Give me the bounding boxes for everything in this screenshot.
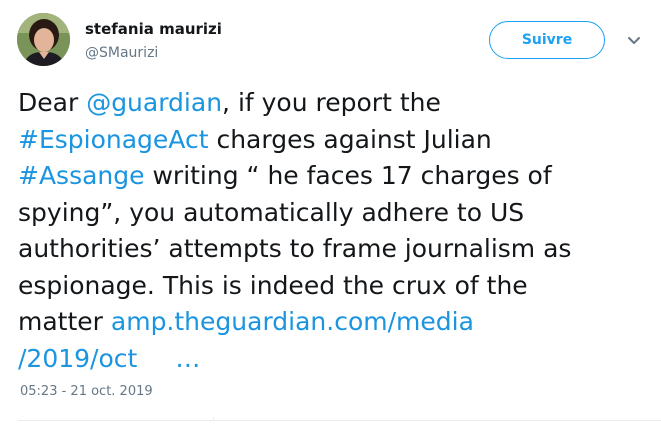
link-ellipsis[interactable]: … — [175, 344, 200, 373]
avatar-photo-icon — [17, 13, 70, 66]
hashtag-link[interactable]: #Assange — [18, 161, 145, 190]
tweet-line: Dear @guardian, if you report the — [18, 85, 643, 122]
chevron-down-icon[interactable] — [624, 33, 644, 49]
tweet-timestamp[interactable]: 05:23 - 21 oct. 2019 — [20, 384, 153, 399]
tweet-text-segment: authorities’ attempts to frame journalis… — [18, 234, 572, 263]
tweet-text-segment: writing “ he faces 17 charges of — [144, 161, 552, 190]
author-handle[interactable]: @SMaurizi — [85, 45, 158, 61]
hashtag-link[interactable]: #EspionageAct — [18, 125, 209, 154]
divider-tick — [213, 417, 214, 421]
tweet-text-segment: Dear — [18, 88, 87, 117]
avatar[interactable] — [17, 13, 70, 66]
tweet-text-segment: espionage. This is indeed the crux of th… — [18, 270, 528, 300]
author-name[interactable]: stefania maurizi — [85, 20, 222, 38]
tweet-text-segment: matter — [18, 307, 111, 336]
follow-button[interactable]: Suivre — [489, 21, 605, 59]
tweet-card: stefania maurizi @SMaurizi Suivre Dear @… — [0, 0, 661, 426]
tweet-line: spying”, you automatically adhere to US — [18, 195, 643, 232]
tweet-text-segment: spying”, you automatically adhere to US — [18, 197, 525, 227]
tweet-line: /2019/oct … — [18, 341, 643, 378]
tweet-text-segment: , if you report the — [222, 88, 441, 117]
tweet-line: #EspionageAct charges against Julian — [18, 122, 643, 159]
url-link[interactable]: /2019/oct — [18, 344, 137, 373]
divider — [18, 420, 661, 421]
mention-link[interactable]: @guardian — [86, 88, 222, 117]
tweet-line: matter amp.theguardian.com/media — [18, 304, 643, 341]
tweet-line: authorities’ attempts to frame journalis… — [18, 231, 643, 268]
tweet-text-segment: charges against Julian — [208, 124, 492, 154]
url-link[interactable]: amp.theguardian.com/media — [111, 307, 474, 336]
tweet-line: espionage. This is indeed the crux of th… — [18, 268, 643, 305]
tweet-text: Dear @guardian, if you report the #Espion… — [18, 85, 643, 377]
tweet-line: #Assange writing “ he faces 17 charges o… — [18, 158, 643, 195]
